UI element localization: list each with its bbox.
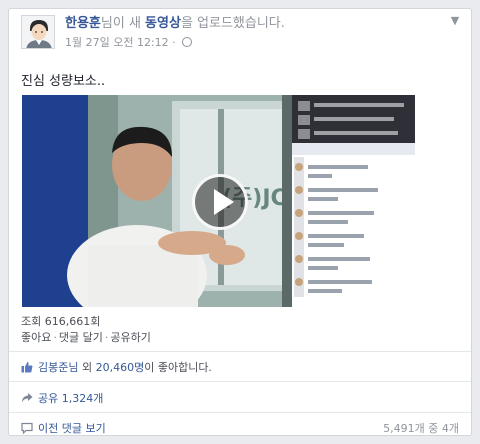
avatar-image bbox=[22, 16, 54, 48]
likes-mid-text: 외 bbox=[78, 361, 96, 374]
shares-row[interactable]: 공유 1,324개 bbox=[21, 390, 103, 406]
headline-mid-text: 님이 새 bbox=[100, 16, 146, 31]
comment-icon bbox=[21, 422, 33, 434]
play-icon[interactable] bbox=[192, 174, 248, 230]
view-count: 조회 616,661회 bbox=[21, 315, 101, 328]
thumbs-up-icon bbox=[21, 362, 33, 373]
globe-icon bbox=[182, 37, 193, 47]
share-button[interactable]: 공유하기 bbox=[110, 331, 150, 344]
likes-row: 김봉준님 외 20,460명이 좋아합니다. bbox=[21, 359, 212, 375]
post-timestamp[interactable]: 1월 27일 오전 12:12 · bbox=[65, 34, 445, 50]
timestamp-text: 1월 27일 오전 12:12 · bbox=[65, 36, 180, 49]
comment-button[interactable]: 댓글 달기 bbox=[59, 331, 103, 344]
post-actions: 좋아요 · 댓글 달기 · 공유하기 bbox=[21, 329, 151, 345]
divider bbox=[9, 381, 471, 382]
video-player[interactable]: (주)JC bbox=[22, 95, 415, 307]
previous-comments-link[interactable]: 이전 댓글 보기 bbox=[38, 422, 106, 435]
post-card: ▼ 한용훈님이 새 동영상을 업로드했습니다. 1월 27일 오전 12:12 … bbox=[8, 8, 472, 436]
comment-count: 5,491개 중 4개 bbox=[383, 422, 459, 435]
divider bbox=[9, 412, 471, 413]
liker-name[interactable]: 김봉준님 bbox=[38, 361, 78, 374]
avatar[interactable] bbox=[21, 15, 55, 49]
shares-count[interactable]: 공유 1,324개 bbox=[38, 392, 103, 405]
chevron-down-icon[interactable]: ▼ bbox=[447, 13, 463, 29]
likes-end-text: 이 좋아합니다. bbox=[144, 361, 212, 374]
divider bbox=[9, 351, 471, 352]
status-text: 진심 성량보소.. bbox=[21, 74, 106, 89]
previous-comments-row[interactable]: 이전 댓글 보기 bbox=[21, 420, 106, 436]
post-meta: 한용훈님이 새 동영상을 업로드했습니다. 1월 27일 오전 12:12 · bbox=[65, 15, 445, 50]
author-name[interactable]: 한용훈 bbox=[65, 16, 101, 31]
post-headline: 한용훈님이 새 동영상을 업로드했습니다. bbox=[65, 15, 445, 33]
video-link[interactable]: 동영상 bbox=[145, 16, 181, 31]
action-separator: · bbox=[53, 331, 57, 344]
share-icon bbox=[21, 393, 33, 403]
like-button[interactable]: 좋아요 bbox=[21, 331, 51, 344]
headline-end-text: 을 업로드했습니다. bbox=[180, 16, 285, 31]
action-separator: · bbox=[104, 331, 109, 344]
likers-count-link[interactable]: 20,460명 bbox=[96, 361, 145, 374]
